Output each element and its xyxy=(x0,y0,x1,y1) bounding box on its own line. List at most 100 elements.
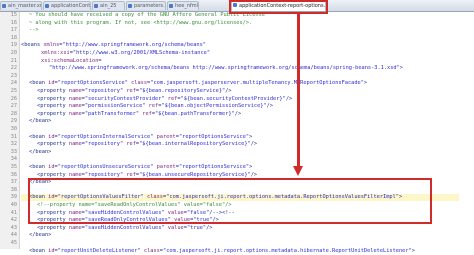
code-line: <property name="securityContextProvider"… xyxy=(21,96,292,103)
code-token: /> xyxy=(206,224,213,231)
xml-file-icon xyxy=(128,4,132,8)
line-number: 34 xyxy=(10,156,17,163)
code-token: ~ along with this program. If not, see <… xyxy=(29,19,253,26)
code-line: <bean id="reportOptionsUnsecureService" … xyxy=(21,164,252,171)
code-line: <bean id="reportOptionsInternalService" … xyxy=(21,134,252,141)
editor-tab[interactable]: ain_master.xm xyxy=(0,1,42,10)
code-line: xmlns:xsi="http://www.w3.org/2001/XMLSch… xyxy=(21,50,210,57)
code-token: "${bean.unsecureRepositoryService}" xyxy=(139,171,251,178)
code-token: "securityContextProvider" xyxy=(84,95,165,102)
line-number: 37 xyxy=(10,179,17,186)
line-number: 16 xyxy=(10,19,17,26)
code-token: = xyxy=(98,57,102,64)
code-token: > xyxy=(249,164,253,170)
code-line: <property name="saveHiddenControlValues"… xyxy=(21,225,212,232)
code-line: "http://www.springframework.org/schema/b… xyxy=(21,65,403,72)
line-number: 31 xyxy=(10,133,17,140)
code-token: "repository" xyxy=(84,171,124,178)
code-token: <property xyxy=(37,88,69,94)
code-line: </bean> xyxy=(21,232,51,239)
code-token: name xyxy=(68,88,82,94)
code-token: /> xyxy=(250,141,258,148)
code-token: <bean xyxy=(29,80,49,87)
line-number: 45 xyxy=(10,240,17,246)
code-token: <bean xyxy=(29,247,49,254)
code-token: xmlns:xsi xyxy=(41,50,70,56)
code-token: "saveHiddenControlValues" xyxy=(84,224,165,231)
code-token: xmlns xyxy=(43,42,60,49)
code-token: </bean> xyxy=(29,232,52,239)
tab-label: ain_25 xyxy=(100,3,117,9)
line-number: 42 xyxy=(10,217,17,224)
code-line: --> xyxy=(21,27,39,34)
code-token: </bean> xyxy=(29,148,52,155)
code-token: > xyxy=(363,80,368,87)
line-number: 18 xyxy=(10,34,17,41)
tab-label: ain_master.xm xyxy=(8,3,42,9)
code-token: class xyxy=(127,80,148,87)
editor-tab[interactable]: applicationContext.xml xyxy=(43,1,91,10)
code-line: <bean id="reportOptionsService" class="c… xyxy=(21,80,367,87)
editor-tab[interactable]: parameters.xml xyxy=(126,1,166,10)
code-token: "http://www.springframework.org/schema/b… xyxy=(62,42,206,49)
code-line: </bean> xyxy=(21,118,51,125)
line-number: 38 xyxy=(10,186,17,193)
code-token: "reportOptionsInternalService" xyxy=(57,133,154,140)
code-token: <property xyxy=(37,224,69,231)
xml-file-icon xyxy=(94,4,98,8)
code-line: <property name="repository" ref="${bean.… xyxy=(21,88,232,95)
code-token: > xyxy=(411,247,415,254)
code-token: name xyxy=(68,110,82,117)
code-token: "true" xyxy=(186,224,207,231)
code-line: </bean> xyxy=(21,149,51,156)
line-number: 25 xyxy=(10,88,17,94)
code-token: "permissionService" xyxy=(84,103,146,110)
line-number: 28 xyxy=(10,110,17,117)
code-token: ref xyxy=(123,141,136,148)
code-token: > xyxy=(249,133,253,140)
code-token: "reportUnitDeleteListener" xyxy=(57,247,141,254)
code-token: parent xyxy=(153,164,176,170)
code-token: <bean xyxy=(29,164,49,170)
code-token: "http://www.springframework.org/schema/b… xyxy=(49,65,403,72)
code-token: ref xyxy=(145,103,159,110)
code-token: ref xyxy=(123,171,136,178)
code-token: <property xyxy=(37,171,69,178)
code-token: "${bean.repositoryService}" xyxy=(139,88,226,94)
code-token: <bean xyxy=(29,133,49,140)
code-token: name xyxy=(68,171,82,178)
editor-tab[interactable]: ain_25 xyxy=(92,1,125,10)
code-token: name xyxy=(68,103,82,110)
code-token: /> xyxy=(225,88,232,94)
line-number: 32 xyxy=(10,141,17,148)
line-number: 19 xyxy=(10,42,17,49)
line-number: 21 xyxy=(10,57,17,64)
code-token: xsi:schemaLocation xyxy=(41,57,99,64)
line-number: 15 xyxy=(10,12,17,18)
code-token: /> xyxy=(266,103,274,110)
code-token: "${bean.objectPermissionService}" xyxy=(161,103,267,110)
line-number: 17 xyxy=(10,27,17,34)
line-number: 33 xyxy=(10,148,17,155)
code-token: value xyxy=(164,224,184,231)
code-token: class xyxy=(140,247,160,254)
annotation-arrow-head xyxy=(293,166,303,176)
xml-file-icon xyxy=(169,4,173,8)
code-token: "reportOptionsUnsecureService" xyxy=(57,164,154,170)
code-token: ref xyxy=(164,95,178,102)
code-token: </bean> xyxy=(29,118,52,125)
line-number: 22 xyxy=(10,65,17,72)
code-line: xsi:schemaLocation= xyxy=(21,58,102,65)
code-token: name xyxy=(68,224,82,231)
active-tab-highlight xyxy=(229,0,328,14)
line-number: 29 xyxy=(10,118,17,125)
code-token: parent xyxy=(153,133,176,140)
annotation-arrow-shaft xyxy=(297,14,300,169)
code-token: <property xyxy=(37,95,69,102)
code-token: "reportOptionsService" xyxy=(178,164,250,170)
code-line: <property name="repository" ref="${bean.… xyxy=(21,141,257,148)
editor-tab[interactable]: hee_nfml xyxy=(167,1,199,10)
code-token: "reportOptionsService" xyxy=(57,80,128,87)
line-number-gutter: 15 16 17 18 19 20 21 22 23 24 25 26 27 28 29 30 31 32 33 34… xyxy=(0,12,20,249)
tab-label: parameters.xml xyxy=(134,3,165,9)
